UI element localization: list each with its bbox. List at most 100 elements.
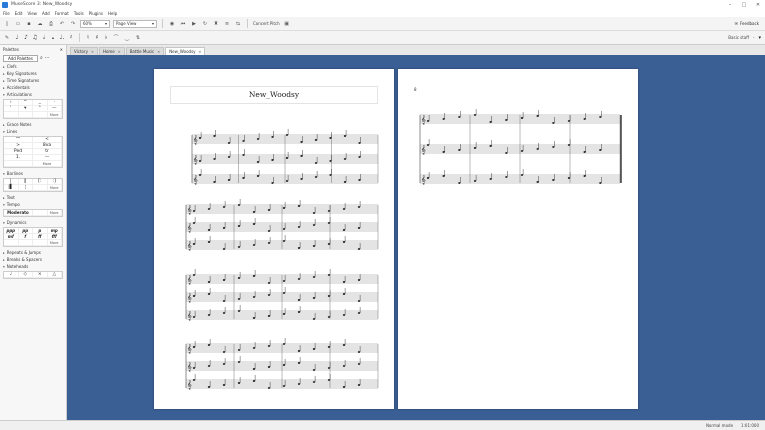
palette-section-clefs[interactable]: ▸ Clefs	[0, 63, 66, 70]
metronome-icon[interactable]: ♜	[212, 20, 220, 28]
palette-section-barlines[interactable]: ▾ Barlines	[0, 170, 66, 177]
more-button[interactable]: More	[47, 185, 62, 191]
rewind-icon[interactable]: ⏮	[179, 20, 187, 28]
mixer-icon[interactable]: ≡	[223, 20, 231, 28]
palette-section-dynamics[interactable]: ▾ Dynamics	[0, 219, 66, 226]
pan-score-icon[interactable]: ⇆	[234, 20, 242, 28]
notehead-cell[interactable]: ◇	[18, 272, 33, 278]
open-folder-icon[interactable]: ▭	[14, 20, 22, 28]
close-icon[interactable]: ✕	[60, 47, 63, 52]
notehead	[599, 116, 602, 118]
tie-icon[interactable]: ⌒	[112, 34, 120, 42]
note-input-mode-icon[interactable]: ✎	[3, 34, 11, 42]
maximize-icon[interactable]: □	[737, 0, 751, 9]
palette-section-breaks-spacers[interactable]: ▸ Breaks & Spacers	[0, 256, 66, 263]
barline-dashed-cell[interactable]: ¦	[18, 185, 33, 191]
search-icon[interactable]: ⌕	[40, 55, 43, 61]
menu-edit[interactable]: Edit	[15, 11, 23, 16]
duration-half-icon[interactable]: 𝅗𝅥	[41, 34, 47, 42]
notehead	[342, 241, 346, 243]
save-icon[interactable]: ▪	[25, 20, 33, 28]
palette-section-key-signatures[interactable]: ▸ Key Signatures	[0, 70, 66, 77]
concert-pitch-toggle[interactable]: Concert Pitch	[253, 21, 280, 26]
add-palettes-button[interactable]: Add Palettes	[3, 54, 38, 62]
palette-section-tempo[interactable]: ▾ Tempo	[0, 201, 66, 208]
palette-menu-icon[interactable]: ⋯	[45, 55, 50, 61]
duration-quarter-icon[interactable]: ♩	[14, 34, 20, 42]
notehead	[473, 180, 477, 182]
view-mode-select[interactable]: Page View ▾	[113, 19, 157, 28]
notehead-cell[interactable]: ×	[33, 272, 48, 278]
feedback-button[interactable]: ✉ Feedback	[735, 21, 759, 26]
new-file-icon[interactable]: ▯	[3, 20, 11, 28]
flat-icon[interactable]: ♭	[103, 34, 109, 42]
tab-battle-music[interactable]: Battle Music ✕	[125, 47, 165, 55]
menu-view[interactable]: View	[27, 11, 37, 16]
tempo-moderato-cell[interactable]: Moderato	[4, 210, 33, 216]
close-icon[interactable]: ✕	[91, 50, 94, 54]
close-icon[interactable]: ✕	[157, 50, 160, 54]
palette-section-noteheads[interactable]: ▾ Noteheads	[0, 263, 66, 270]
close-icon[interactable]: ✕	[751, 0, 765, 9]
slur-icon[interactable]: ‿	[123, 34, 131, 42]
image-capture-icon[interactable]: ▣	[283, 20, 291, 28]
notehead-cell[interactable]: △	[47, 272, 62, 278]
close-icon[interactable]: ✕	[199, 50, 202, 54]
staves-select[interactable]: Basic staff - ▾	[728, 35, 761, 41]
notehead	[252, 317, 256, 319]
menu-tools[interactable]: Tools	[74, 11, 84, 16]
more-button[interactable]: More	[47, 210, 62, 216]
print-icon[interactable]: ⎙	[47, 20, 55, 28]
palette-section-time-signatures[interactable]: ▸ Time Signatures	[0, 77, 66, 84]
palette-section-lines[interactable]: ▾ Lines	[0, 128, 66, 135]
loop-icon[interactable]: ↻	[201, 20, 209, 28]
natural-icon[interactable]: ♮	[85, 34, 91, 42]
score-canvas[interactable]: New_Woodsy 𝄞 𝄞 𝄞 𝄞 𝄞 𝄞 𝄞 𝄞 𝄞 𝄞 𝄞 𝄞 8 𝄞 𝄞 𝄞	[67, 55, 765, 420]
palette-section-accidentals[interactable]: ▸ Accidentals	[0, 84, 66, 91]
zoom-select[interactable]: 60% ▾	[80, 19, 110, 28]
palette-section-label: Tempo	[6, 202, 20, 207]
duration-whole-icon[interactable]: 𝅝	[50, 34, 56, 42]
cloud-save-icon[interactable]: ☁	[36, 20, 44, 28]
flip-direction-icon[interactable]: ⇅	[134, 34, 142, 42]
sharp-icon[interactable]: ♯	[94, 34, 100, 42]
tab-label: New_Woodsy	[169, 49, 196, 54]
tab-home[interactable]: Home ✕	[98, 47, 125, 55]
notehead	[237, 382, 241, 384]
note-input-icon[interactable]: ◉	[168, 20, 176, 28]
duration-eighth-icon[interactable]: ♪	[23, 34, 29, 42]
notehead	[458, 182, 461, 184]
score-page-2[interactable]: 8 𝄞 𝄞 𝄞	[398, 69, 638, 409]
palette-section-articulations[interactable]: ▾ Articulations	[0, 91, 66, 98]
notehead	[237, 298, 241, 300]
palette-title: Palettes	[3, 46, 19, 52]
notehead	[505, 119, 508, 121]
tab-victory[interactable]: Victory ✕	[70, 47, 98, 55]
menu-add[interactable]: Add	[42, 11, 50, 16]
score-page-1[interactable]: New_Woodsy 𝄞 𝄞 𝄞 𝄞 𝄞 𝄞 𝄞 𝄞 𝄞 𝄞 𝄞 𝄞	[154, 69, 394, 409]
notehead	[297, 299, 301, 301]
palette-section-grace-notes[interactable]: ▸ Grace Notes	[0, 121, 66, 128]
tab-new-woodsy[interactable]: New_Woodsy ✕	[165, 47, 206, 55]
barline-final-cell[interactable]: |▌	[4, 185, 19, 191]
more-button[interactable]: More	[33, 161, 62, 167]
menu-file[interactable]: File	[3, 11, 10, 16]
augmentation-dot-icon[interactable]: ♩.	[59, 34, 65, 42]
close-icon[interactable]: ✕	[118, 50, 121, 54]
redo-icon[interactable]: ↷	[69, 20, 77, 28]
menu-plugins[interactable]: Plugins	[89, 11, 103, 16]
play-icon[interactable]: ▶	[190, 20, 198, 28]
menu-format[interactable]: Format	[55, 11, 69, 16]
duration-beamed-icon[interactable]: ♫	[32, 34, 38, 42]
notehead	[222, 206, 226, 208]
more-button[interactable]: More	[47, 240, 62, 246]
menu-help[interactable]: Help	[108, 11, 117, 16]
more-button[interactable]: More	[47, 112, 62, 118]
rest-icon[interactable]: 𝄽	[68, 34, 74, 42]
palette-section-repeats-jumps[interactable]: ▸ Repeats & Jumps	[0, 249, 66, 256]
undo-icon[interactable]: ↶	[58, 20, 66, 28]
lines-grid: ⌒ < > 8va Ped tr 1. — More	[3, 136, 63, 168]
palette-section-text[interactable]: ▸ Text	[0, 194, 66, 201]
notehead-cell[interactable]: ♩	[4, 272, 19, 278]
minimize-icon[interactable]: –	[723, 0, 737, 9]
